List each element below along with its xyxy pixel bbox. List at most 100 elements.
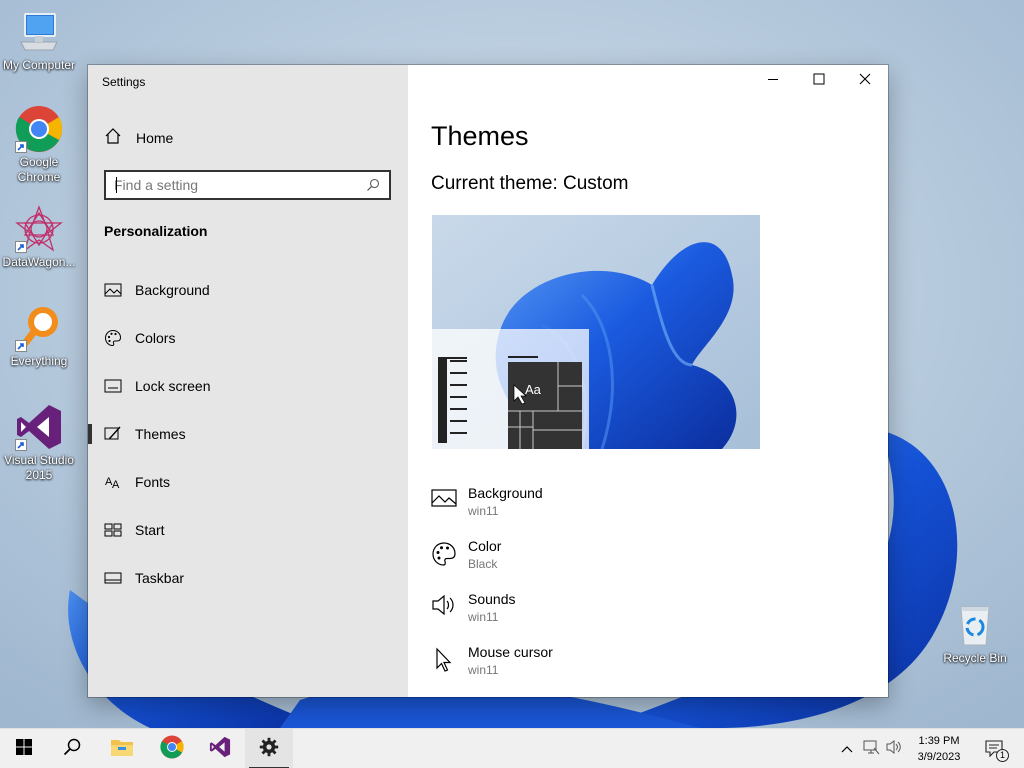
property-name: Sounds xyxy=(468,591,516,607)
close-button[interactable] xyxy=(842,65,888,97)
desktop-icon-label: Recycle Bin xyxy=(943,651,1007,665)
search-input[interactable] xyxy=(114,173,363,197)
shortcut-arrow-icon xyxy=(15,141,27,153)
minimize-button[interactable] xyxy=(750,65,796,97)
property-value: Black xyxy=(468,557,498,571)
desktop-icon-recycle-bin[interactable]: Recycle Bin xyxy=(936,601,1014,666)
close-icon xyxy=(859,72,871,90)
picture-icon xyxy=(431,488,457,514)
taskbar-file-explorer[interactable] xyxy=(98,729,146,768)
settings-window: Settings Home Personalization Background xyxy=(88,65,888,697)
fonts-icon: AA xyxy=(104,473,122,491)
everything-search-icon xyxy=(15,304,63,352)
sidebar-item-label: Lock screen xyxy=(135,378,211,394)
palette-icon xyxy=(104,329,122,347)
show-hidden-icons-button[interactable] xyxy=(837,739,857,759)
property-value: win11 xyxy=(468,504,499,518)
home-nav-item[interactable]: Home xyxy=(104,127,173,149)
network-tray[interactable] xyxy=(861,739,881,759)
lock-screen-icon xyxy=(104,377,122,395)
start-icon xyxy=(15,738,33,761)
sidebar-item-background[interactable]: Background xyxy=(88,270,408,310)
theme-property-sounds[interactable]: Sounds win11 xyxy=(431,590,831,634)
desktop-icon-google-chrome[interactable]: Google Chrome xyxy=(0,105,78,185)
shortcut-arrow-icon xyxy=(15,241,27,253)
sidebar-item-fonts[interactable]: AA Fonts xyxy=(88,462,408,502)
recycle-bin-icon xyxy=(951,601,999,649)
home-label: Home xyxy=(136,130,174,146)
taskbar-settings[interactable] xyxy=(245,729,293,768)
desktop-icon-label: My Computer xyxy=(2,58,76,72)
clock-time: 1:39 PM xyxy=(918,735,960,747)
window-title: Settings xyxy=(102,75,146,89)
computer-icon xyxy=(15,8,63,56)
theme-property-color[interactable]: Color Black xyxy=(431,537,831,581)
volume-tray[interactable] xyxy=(884,739,904,759)
network-icon xyxy=(862,739,880,760)
minimize-icon xyxy=(767,72,779,90)
desktop-icon-label: Visual Studio 2015 xyxy=(4,453,74,482)
sidebar-item-label: Start xyxy=(135,522,165,538)
notification-icon: 1 xyxy=(985,740,1009,762)
maximize-icon xyxy=(813,72,825,90)
themes-brush-icon xyxy=(104,425,122,443)
property-value: win11 xyxy=(468,663,499,677)
property-name: Mouse cursor xyxy=(468,644,553,660)
settings-sidebar: Settings Home Personalization Background xyxy=(88,65,408,697)
desktop-icon-label: DataWagon... xyxy=(2,255,76,269)
sidebar-item-themes[interactable]: Themes xyxy=(88,414,408,454)
property-name: Color xyxy=(468,538,502,554)
page-title: Themes xyxy=(431,121,529,151)
shortcut-arrow-icon xyxy=(15,340,27,352)
shortcut-arrow-icon xyxy=(15,439,27,451)
picture-icon xyxy=(104,281,122,299)
taskbar: 1:39 PM 3/9/2023 1 xyxy=(0,728,1024,768)
theme-property-mouse-cursor[interactable]: Mouse cursor win11 xyxy=(431,643,831,687)
sidebar-item-colors[interactable]: Colors xyxy=(88,318,408,358)
taskbar-clock[interactable]: 1:39 PM 3/9/2023 xyxy=(908,733,970,765)
preview-sample-text: Aa xyxy=(525,382,541,397)
desktop-icon-my-computer[interactable]: My Computer xyxy=(0,8,78,73)
section-title: Personalization xyxy=(104,223,208,239)
desktop-icon-label: Google Chrome xyxy=(17,155,61,184)
settings-content: Themes Current theme: Custom Aa Backgrou… xyxy=(408,65,888,697)
search-icon[interactable] xyxy=(363,175,383,195)
chevron-up-icon xyxy=(841,740,853,758)
home-icon xyxy=(104,127,122,150)
sidebar-item-label: Fonts xyxy=(135,474,171,490)
current-theme-heading: Current theme: Custom xyxy=(431,173,629,194)
file-explorer-icon xyxy=(110,737,134,762)
clock-date: 3/9/2023 xyxy=(917,751,961,763)
desktop-icon-everything[interactable]: Everything xyxy=(0,304,78,369)
visual-studio-icon xyxy=(209,736,231,763)
search-box[interactable] xyxy=(104,170,391,200)
desktop-icon-label: Everything xyxy=(10,354,68,368)
sidebar-item-label: Taskbar xyxy=(135,570,185,586)
settings-gear-icon xyxy=(259,737,279,762)
start-button[interactable] xyxy=(0,729,48,768)
theme-preview: Aa xyxy=(432,215,760,449)
desktop-icon-visual-studio[interactable]: Visual Studio 2015 xyxy=(0,403,78,483)
desktop-icon-datawagon[interactable]: DataWagon... xyxy=(0,205,78,270)
sidebar-item-start[interactable]: Start xyxy=(88,510,408,550)
chrome-icon xyxy=(15,105,63,153)
taskbar-visual-studio[interactable] xyxy=(196,729,244,768)
sidebar-item-taskbar[interactable]: Taskbar xyxy=(88,558,408,598)
sidebar-item-label: Colors xyxy=(135,330,176,346)
notification-center-button[interactable]: 1 xyxy=(983,739,1009,762)
cursor-icon xyxy=(431,647,457,673)
svg-text:A: A xyxy=(112,479,120,490)
taskbar-icon xyxy=(104,569,122,587)
property-name: Background xyxy=(468,485,543,501)
maximize-button[interactable] xyxy=(796,65,842,97)
property-value: win11 xyxy=(468,610,499,624)
speaker-icon xyxy=(431,594,457,620)
text-caret xyxy=(116,177,117,193)
taskbar-search-button[interactable] xyxy=(48,729,96,768)
datawagon-icon xyxy=(15,205,63,253)
sidebar-item-lock-screen[interactable]: Lock screen xyxy=(88,366,408,406)
theme-property-background[interactable]: Background win11 xyxy=(431,484,831,528)
search-icon xyxy=(63,738,81,761)
palette-icon xyxy=(431,541,457,567)
taskbar-chrome[interactable] xyxy=(148,729,196,768)
